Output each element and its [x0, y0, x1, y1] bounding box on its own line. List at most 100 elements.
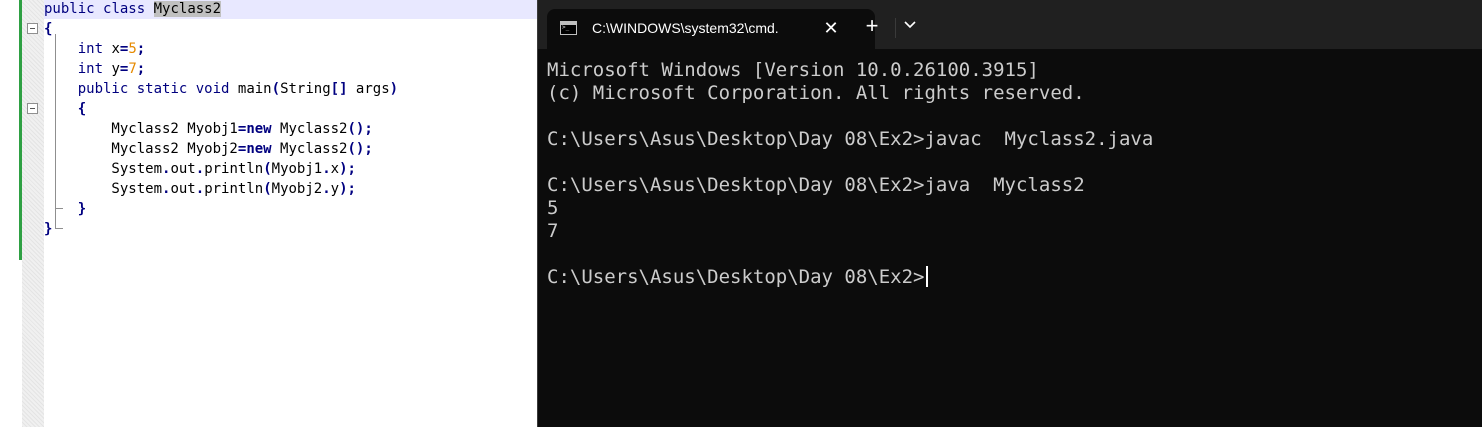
- code-line: Myclass2 Myobj2=new Myclass2();: [44, 140, 398, 160]
- fold-toggle-class[interactable]: [27, 23, 38, 34]
- code-token: []: [330, 81, 348, 97]
- code-line: int y=7;: [44, 60, 398, 80]
- code-token: (: [263, 161, 272, 177]
- console-line: 5: [547, 197, 1153, 220]
- console-line-text: (c) Microsoft Corporation. All rights re…: [547, 82, 1085, 104]
- code-token: Myclass2 Myobj1: [44, 121, 238, 137]
- code-token: String: [280, 81, 331, 97]
- code-token: ();: [347, 121, 373, 137]
- code-line: System.out.println(Myobj1.x);: [44, 160, 398, 180]
- code-token: 7: [128, 61, 137, 77]
- text-cursor: [925, 266, 928, 287]
- code-token: ;: [136, 61, 146, 77]
- code-token: .: [322, 181, 331, 197]
- code-line: int x=5;: [44, 40, 398, 60]
- console-line: C:\Users\Asus\Desktop\Day 08\Ex2>java My…: [547, 174, 1153, 197]
- code-token: Myclass2 Myobj2: [44, 141, 238, 157]
- code-token: out: [170, 181, 196, 197]
- code-token: Myobj1: [271, 161, 323, 177]
- console-line-text: C:\Users\Asus\Desktop\Day 08\Ex2>java My…: [547, 174, 1085, 196]
- terminal-window[interactable]: C:\WINDOWS\system32\cmd. ✕ + Microsoft W…: [537, 0, 1482, 427]
- code-token: out: [170, 161, 196, 177]
- cmd-icon: [560, 21, 577, 35]
- code-token: );: [339, 181, 356, 197]
- code-token: println: [204, 181, 264, 197]
- code-editor[interactable]: public class Myclass2{ int x=5; int y=7;…: [0, 0, 537, 427]
- code-token: .: [322, 161, 331, 177]
- console-line-text: 5: [547, 197, 559, 219]
- fold-margin: [22, 0, 63, 427]
- code-token: new: [246, 141, 272, 157]
- code-token: (: [271, 81, 281, 97]
- code-token: int: [77, 61, 104, 77]
- code-token: void: [195, 81, 230, 97]
- code-token: static: [136, 81, 188, 97]
- fold-toggle-main[interactable]: [27, 103, 38, 114]
- code-token: );: [339, 161, 356, 177]
- code-token: x: [330, 161, 340, 177]
- terminal-tab[interactable]: C:\WINDOWS\system32\cmd. ✕: [547, 9, 875, 49]
- code-line: {: [44, 100, 398, 120]
- code-token: .: [195, 161, 205, 177]
- code-token: class: [103, 1, 146, 17]
- code-token: println: [204, 161, 264, 177]
- code-token: ): [389, 81, 399, 97]
- console-line-text: 7: [547, 220, 559, 242]
- code-token: }: [44, 221, 53, 237]
- code-token: y: [330, 181, 340, 197]
- code-token: {: [44, 21, 53, 37]
- code-text[interactable]: public class Myclass2{ int x=5; int y=7;…: [44, 0, 398, 240]
- code-line: public class Myclass2: [44, 0, 398, 20]
- tab-title: C:\WINDOWS\system32\cmd.: [592, 20, 779, 36]
- code-token: x: [103, 41, 120, 57]
- code-line: }: [44, 200, 398, 220]
- new-tab-button[interactable]: +: [860, 14, 884, 38]
- code-token: 5: [128, 41, 137, 57]
- code-token: args: [347, 81, 390, 97]
- terminal-tab-bar: C:\WINDOWS\system32\cmd. ✕ +: [538, 0, 1482, 49]
- code-line: public static void main(String[] args): [44, 80, 398, 100]
- code-token: Myclass2: [153, 1, 222, 17]
- code-token: y: [103, 61, 120, 77]
- code-token: ();: [347, 141, 373, 157]
- code-line: Myclass2 Myobj1=new Myclass2();: [44, 120, 398, 140]
- console-output[interactable]: Microsoft Windows [Version 10.0.26100.39…: [547, 59, 1153, 289]
- code-token: Myclass2: [271, 121, 348, 137]
- code-token: public: [44, 1, 95, 17]
- code-token: ;: [136, 41, 146, 57]
- code-token: Myobj2: [271, 181, 323, 197]
- code-line: {: [44, 20, 398, 40]
- console-line-text: C:\Users\Asus\Desktop\Day 08\Ex2>: [547, 266, 925, 288]
- console-line: (c) Microsoft Corporation. All rights re…: [547, 82, 1153, 105]
- code-token: main: [229, 81, 272, 97]
- console-line-text: Microsoft Windows [Version 10.0.26100.39…: [547, 59, 1039, 81]
- chevron-down-icon[interactable]: [902, 18, 918, 32]
- console-line: C:\Users\Asus\Desktop\Day 08\Ex2>javac M…: [547, 128, 1153, 151]
- code-token: public: [77, 81, 129, 97]
- code-token: .: [195, 181, 205, 197]
- code-token: {: [77, 101, 87, 117]
- code-line: System.out.println(Myobj2.y);: [44, 180, 398, 200]
- console-line-text: C:\Users\Asus\Desktop\Day 08\Ex2>javac M…: [547, 128, 1154, 150]
- code-token: }: [77, 201, 87, 217]
- code-token: (: [263, 181, 272, 197]
- console-line: C:\Users\Asus\Desktop\Day 08\Ex2>: [547, 266, 1153, 289]
- console-line: Microsoft Windows [Version 10.0.26100.39…: [547, 59, 1153, 82]
- code-token: new: [246, 121, 272, 137]
- code-token: System: [44, 181, 163, 197]
- code-token: System: [44, 161, 163, 177]
- console-line: 7: [547, 220, 1153, 243]
- code-token: Myclass2: [271, 141, 348, 157]
- close-icon[interactable]: ✕: [819, 16, 843, 40]
- code-line: }: [44, 220, 398, 240]
